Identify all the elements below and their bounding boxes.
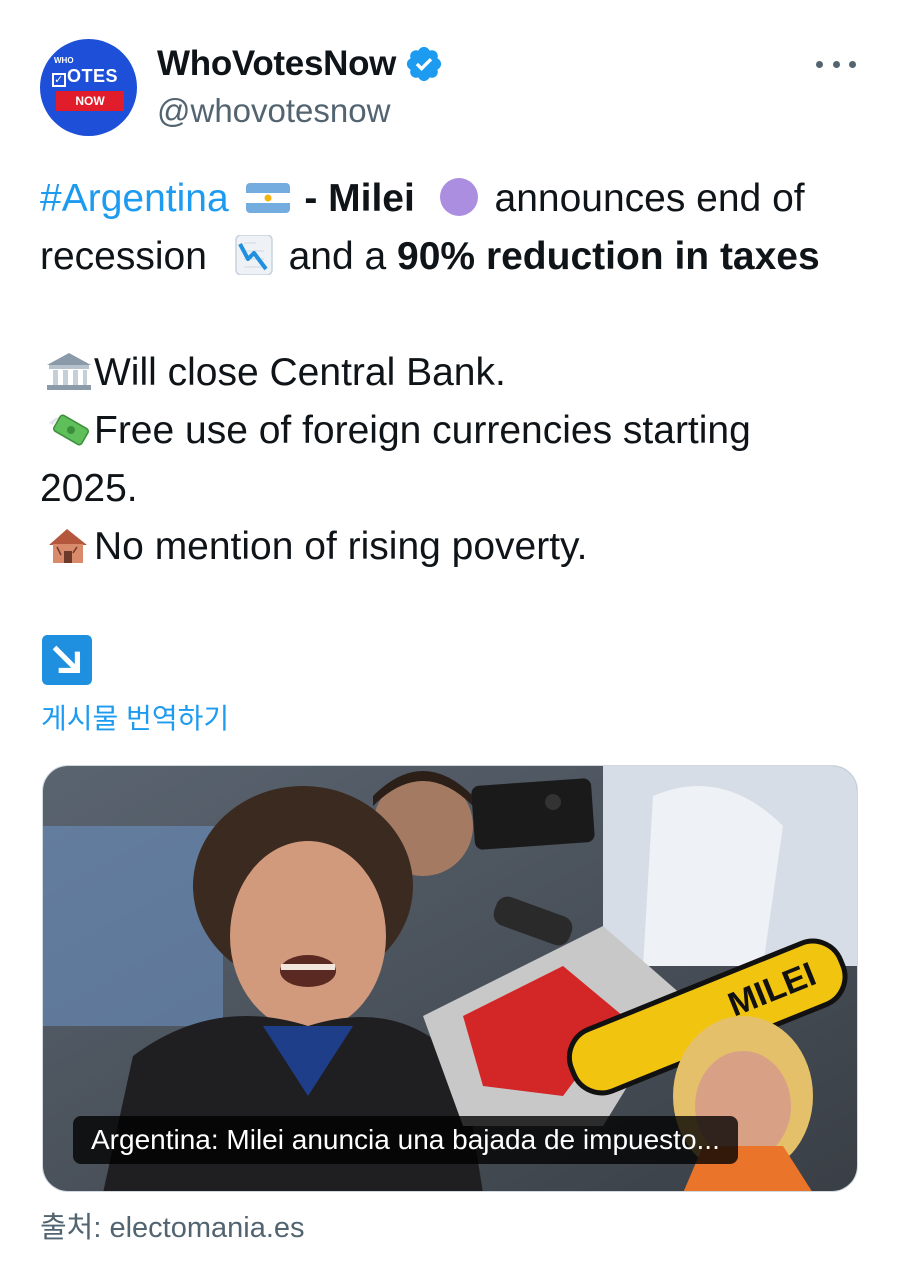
- bank-emoji: [47, 353, 91, 390]
- tweet-line-2: recession and a 90% reduction in taxes: [40, 228, 870, 286]
- author-handle[interactable]: @whovotesnow: [157, 92, 390, 130]
- tweet-line-7: [40, 634, 870, 692]
- avatar-who-text: WHO: [54, 56, 74, 65]
- hashtag-argentina[interactable]: #Argentina: [40, 177, 229, 220]
- tweet-line-3: Will close Central Bank.: [40, 344, 870, 402]
- profile-avatar[interactable]: WHO ✓ OTES NOW: [40, 39, 137, 136]
- tweet-line-6: No mention of rising poverty.: [40, 518, 870, 576]
- down-right-arrow-emoji: [42, 635, 92, 685]
- purple-circle-emoji: [439, 178, 478, 216]
- reduction-in-taxes: reduction in taxes: [475, 235, 820, 278]
- card-source-domain[interactable]: 출처: electomania.es: [40, 1204, 305, 1246]
- milei-name: - Milei: [293, 177, 415, 220]
- avatar-now-badge: NOW: [56, 91, 124, 111]
- tweet-line-5: 2025.: [40, 467, 138, 510]
- line-2-mid: and a: [277, 235, 398, 278]
- tweet-line-1: #Argentina - Milei announces end of: [40, 170, 870, 228]
- derelict-house-emoji: [49, 529, 87, 563]
- line-1-rest: announces end of: [483, 177, 805, 220]
- card-caption: Argentina: Milei anuncia una bajada de i…: [73, 1116, 738, 1164]
- author-name-row: WhoVotesNow: [157, 44, 444, 84]
- argentina-flag-emoji: [246, 183, 291, 213]
- translate-post-link[interactable]: 게시물 번역하기: [41, 697, 229, 737]
- tweet-text: #Argentina - Milei announces end of rece…: [40, 170, 870, 692]
- chart-decreasing-emoji: [235, 235, 273, 275]
- link-preview-card[interactable]: MILEI Argentina: Milei anuncia una bajad…: [42, 765, 858, 1192]
- more-options-icon[interactable]: [816, 52, 856, 76]
- author-display-name[interactable]: WhoVotesNow: [157, 44, 396, 84]
- line-6-text: No mention of rising poverty.: [94, 525, 588, 568]
- verified-badge-icon: [407, 46, 442, 82]
- recession-word: recession: [40, 235, 207, 278]
- money-with-wings-emoji: [49, 414, 90, 446]
- line-4-text: Free use of foreign currencies starting: [94, 409, 751, 452]
- avatar-logo-text: ✓ OTES: [52, 66, 118, 87]
- line-3-text: Will close Central Bank.: [94, 351, 506, 394]
- ninety-percent: 90%: [397, 235, 476, 278]
- tweet-line-4: Free use of foreign currencies starting: [40, 402, 870, 460]
